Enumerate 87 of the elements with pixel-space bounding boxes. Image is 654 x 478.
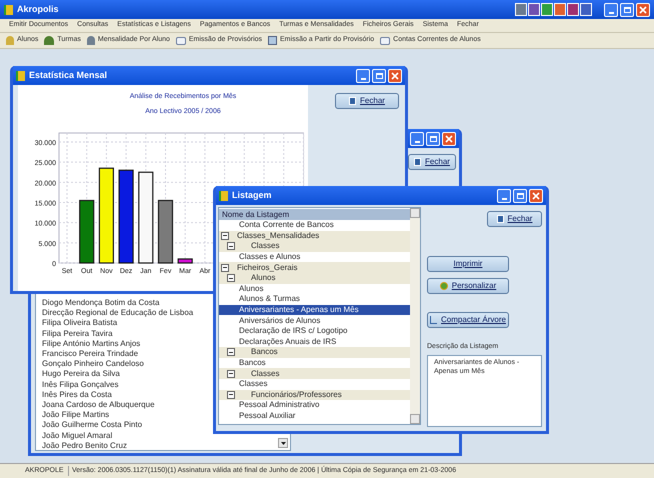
- close-window-button[interactable]: Fechar: [408, 154, 456, 170]
- tree-item[interactable]: Declarações Anuais de IRS: [219, 336, 410, 348]
- maximize-button[interactable]: [513, 188, 527, 202]
- list-item[interactable]: João Pedro Benito Cruz: [42, 442, 127, 450]
- list-item[interactable]: Filipa Oliveira Batista: [42, 319, 118, 328]
- tree-item[interactable]: Alunos & Turmas: [219, 294, 410, 305]
- window-title: Estatística Mensal: [29, 68, 108, 82]
- close-button[interactable]: [388, 68, 402, 82]
- chart-bar: [79, 199, 94, 264]
- scroll-down-button[interactable]: [278, 438, 288, 448]
- close-window-button[interactable]: Fechar: [335, 93, 399, 109]
- tree-item[interactable]: Aniversários de Alunos: [219, 315, 410, 326]
- tree-group-row[interactable]: Funcionários/Professores: [219, 390, 410, 400]
- app-icon: [16, 70, 25, 80]
- close-button[interactable]: [529, 188, 543, 202]
- close-button[interactable]: [442, 132, 456, 146]
- shortcut-icon[interactable]: [515, 3, 527, 16]
- document-icon: [176, 36, 186, 44]
- collapse-icon[interactable]: [227, 242, 235, 250]
- tree-item[interactable]: Conta Corrente de Bancos: [219, 220, 410, 231]
- minimize-button[interactable]: [604, 2, 618, 16]
- maximize-button[interactable]: [620, 2, 634, 16]
- minimize-button[interactable]: [497, 188, 511, 202]
- list-item[interactable]: Gonçalo Pinheiro Candeloso: [42, 360, 144, 368]
- tree-group-row[interactable]: Alunos: [219, 272, 410, 284]
- close-button[interactable]: [636, 2, 650, 16]
- collapse-icon[interactable]: [227, 370, 235, 378]
- collapse-icon[interactable]: [227, 348, 235, 356]
- minimize-button[interactable]: [356, 68, 370, 82]
- maximize-button[interactable]: [372, 68, 386, 82]
- close-icon: [445, 134, 453, 142]
- people-icon: [44, 36, 54, 45]
- app-icon: [219, 190, 228, 200]
- list-item[interactable]: Inês Filipa Gonçalves: [42, 380, 118, 389]
- tree-item[interactable]: Aniversariantes - Apenas um Mês: [219, 304, 410, 316]
- close-icon: [639, 6, 647, 14]
- tree-group-row[interactable]: Ficheiros_Gerais: [219, 262, 410, 273]
- customize-button[interactable]: Personalizar: [427, 278, 509, 294]
- list-item[interactable]: Diogo Mendonça Botim da Costa: [42, 299, 160, 308]
- person-icon: [86, 36, 95, 45]
- sheet-icon: [268, 36, 278, 45]
- shortcut-icon[interactable]: [580, 3, 592, 16]
- tree-item[interactable]: Classes: [219, 378, 410, 390]
- tree-group-row[interactable]: Classes: [219, 368, 410, 379]
- maximize-button[interactable]: [426, 132, 440, 146]
- tree-item[interactable]: Pessoal Auxiliar: [219, 410, 410, 422]
- window-title: Listagem: [232, 188, 272, 202]
- chart-bar: [178, 258, 193, 264]
- list-item[interactable]: Hugo Pereira da Silva: [42, 370, 120, 378]
- list-item[interactable]: Francisco Pereira Trindade: [42, 350, 138, 358]
- tree-item[interactable]: Alunos: [219, 284, 410, 294]
- list-item[interactable]: João Filipe Martins: [42, 411, 110, 420]
- people-icon: [6, 36, 14, 45]
- list-item[interactable]: Filipe António Martins Anjos: [42, 340, 140, 348]
- collapse-tree-button[interactable]: Compactar Árvore: [427, 312, 509, 328]
- collapse-icon[interactable]: [227, 390, 235, 399]
- tree-item[interactable]: Pessoal Administrativo: [219, 400, 410, 411]
- caret-down-icon: [280, 442, 286, 444]
- close-icon: [532, 192, 540, 200]
- list-item[interactable]: Filipa Pereira Tavira: [42, 330, 113, 338]
- list-item[interactable]: Direcção Regional de Educação de Lisboa: [42, 309, 194, 318]
- print-button[interactable]: Imprimir: [427, 256, 509, 272]
- column-header[interactable]: Nome da Listagem: [219, 209, 410, 220]
- shortcut-icon[interactable]: [541, 3, 553, 16]
- app-title: Akropolis: [17, 2, 59, 16]
- collapse-icon[interactable]: [221, 232, 229, 240]
- document-icon: [380, 36, 390, 44]
- minimize-button[interactable]: [410, 132, 424, 146]
- shortcut-icon[interactable]: [567, 3, 579, 16]
- collapse-icon[interactable]: [221, 264, 229, 272]
- tree-group-row[interactable]: Classes_Mensalidades: [219, 230, 410, 242]
- shortcut-icon[interactable]: [528, 3, 540, 16]
- collapse-icon[interactable]: [227, 274, 235, 282]
- shortcut-icon[interactable]: [554, 3, 566, 16]
- close-window-button[interactable]: Fechar: [487, 211, 542, 227]
- chart-bar: [158, 199, 174, 264]
- tree-item[interactable]: Classes e Alunos: [219, 252, 410, 262]
- list-item[interactable]: Inês Pires da Costa: [42, 390, 112, 399]
- tree-item[interactable]: Bancos: [219, 358, 410, 368]
- tree-item[interactable]: Declaração de IRS c/ Logotipo: [219, 326, 410, 337]
- tree-group-row[interactable]: Bancos: [219, 347, 410, 358]
- list-item[interactable]: João Guilherme Costa Pinto: [42, 421, 142, 430]
- close-icon: [391, 72, 399, 80]
- app-icon: [4, 4, 13, 14]
- list-item[interactable]: João Miguel Amaral: [42, 432, 112, 440]
- tree-group-row[interactable]: Classes: [219, 241, 410, 252]
- list-item[interactable]: Joana Cardoso de Albuquerque: [42, 400, 155, 409]
